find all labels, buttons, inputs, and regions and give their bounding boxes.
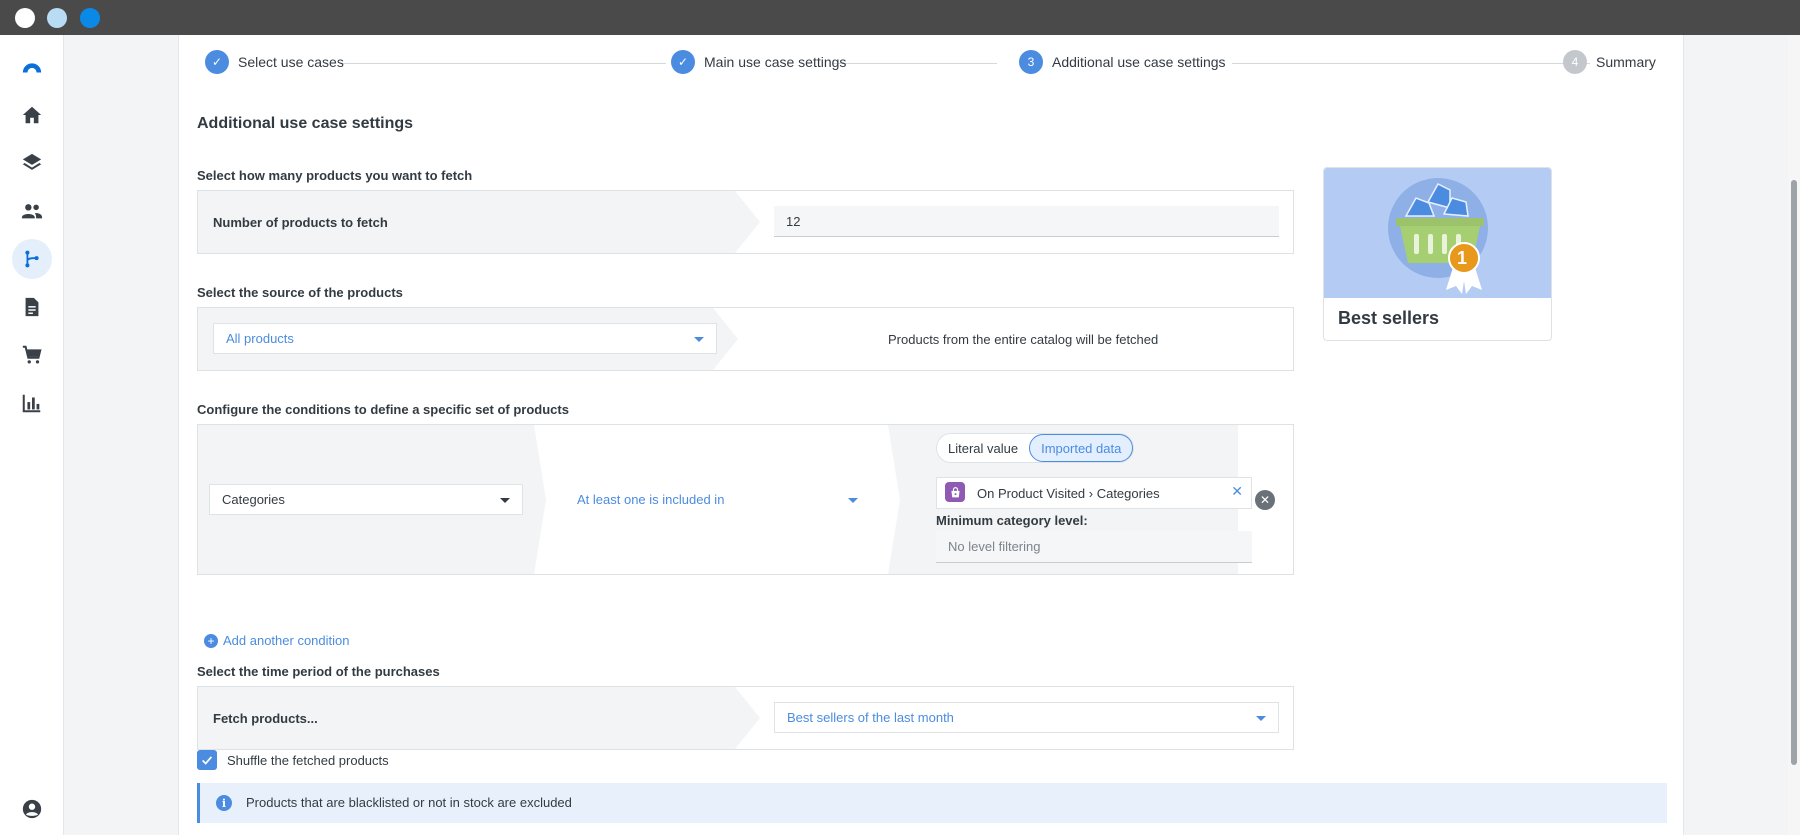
products-count-label: Select how many products you want to fet…: [197, 168, 473, 183]
step-number: 4: [1563, 50, 1587, 74]
step-label: Select use cases: [238, 54, 344, 70]
imported-data-value: On Product Visited › Categories: [977, 485, 1160, 501]
add-condition-button[interactable]: + Add another condition: [204, 633, 349, 648]
products-count-input[interactable]: 12: [774, 206, 1279, 237]
source-description: Products from the entire catalog will be…: [888, 332, 1159, 347]
step-summary[interactable]: 4 Summary: [1563, 50, 1656, 74]
shuffle-checkbox[interactable]: [197, 750, 217, 770]
add-condition-label: Add another condition: [223, 633, 350, 648]
chevron-down-icon: [500, 497, 510, 503]
time-period-label: Select the time period of the purchases: [197, 664, 440, 679]
condition-operator-select[interactable]: At least one is included in: [565, 484, 870, 515]
chevron-down-icon: [1256, 715, 1266, 721]
products-count-field-label: Number of products to fetch: [213, 215, 388, 230]
best-sellers-illustration: 1: [1324, 168, 1551, 298]
condition-operator-value: At least one is included in: [577, 492, 725, 507]
document-icon[interactable]: [12, 287, 52, 327]
scrollbar-thumb[interactable]: [1791, 180, 1797, 765]
imported-data-option[interactable]: Imported data: [1029, 434, 1134, 462]
chevron-down-icon: [848, 497, 858, 503]
check-icon: ✓: [205, 50, 229, 74]
info-banner: i Products that are blacklisted or not i…: [197, 783, 1667, 823]
step-connector: [341, 63, 666, 64]
remove-icon[interactable]: ✕: [1231, 484, 1243, 498]
check-icon: [202, 756, 213, 765]
plus-circle-icon: +: [204, 633, 218, 648]
literal-value-option[interactable]: Literal value: [937, 434, 1029, 462]
min-category-level-placeholder: No level filtering: [948, 539, 1041, 554]
scenario-icon[interactable]: [12, 239, 52, 279]
value-type-toggle: Literal value Imported data: [936, 433, 1135, 463]
step-additional-use-case-settings[interactable]: 3 Additional use case settings: [1019, 50, 1226, 74]
chevron-down-icon: [694, 336, 704, 342]
info-text: Products that are blacklisted or not in …: [246, 795, 572, 810]
use-case-card[interactable]: 1 Best sellers: [1323, 167, 1552, 341]
chart-icon[interactable]: [12, 383, 52, 423]
source-selected-value: All products: [226, 331, 294, 346]
step-number: 3: [1019, 50, 1043, 74]
imported-data-chip[interactable]: On Product Visited › Categories ✕: [936, 477, 1252, 509]
basket-icon: [1388, 178, 1488, 294]
condition-attribute-value: Categories: [222, 492, 285, 507]
step-label: Summary: [1596, 54, 1656, 70]
condition-attribute-select[interactable]: Categories: [209, 484, 523, 515]
condition-row: Categories At least one is included in L…: [197, 424, 1294, 575]
time-period-select[interactable]: Best sellers of the last month: [774, 702, 1279, 733]
home-icon[interactable]: [12, 95, 52, 135]
window-maximize-button[interactable]: [80, 8, 100, 28]
step-label: Main use case settings: [704, 54, 847, 70]
card-badge-number: 1: [1457, 248, 1468, 268]
shopping-bag-icon: [945, 482, 965, 502]
products-count-box: Number of products to fetch 12: [197, 190, 1294, 254]
cart-icon[interactable]: [12, 335, 52, 375]
source-select[interactable]: All products: [213, 323, 717, 354]
window-close-button[interactable]: [15, 8, 35, 28]
window-minimize-button[interactable]: [47, 8, 67, 28]
sidebar: [0, 35, 64, 835]
logo-icon[interactable]: [12, 47, 52, 87]
shuffle-label: Shuffle the fetched products: [227, 753, 389, 768]
remove-condition-icon[interactable]: ✕: [1255, 490, 1275, 510]
step-select-use-cases[interactable]: ✓ Select use cases: [205, 50, 344, 74]
conditions-label: Configure the conditions to define a spe…: [197, 402, 569, 417]
min-category-level-label: Minimum category level:: [936, 513, 1088, 528]
window-titlebar: [0, 0, 1800, 35]
time-period-box: Fetch products... Best sellers of the la…: [197, 686, 1294, 750]
step-connector: [833, 63, 997, 64]
source-box: All products Products from the entire ca…: [197, 307, 1294, 371]
products-count-value: 12: [786, 213, 801, 229]
layers-icon[interactable]: [12, 143, 52, 183]
source-label: Select the source of the products: [197, 285, 403, 300]
time-period-value: Best sellers of the last month: [787, 710, 954, 725]
wizard-stepper: ✓ Select use cases ✓ Main use case setti…: [179, 35, 1685, 93]
check-icon: ✓: [671, 50, 695, 74]
page-title: Additional use case settings: [197, 115, 414, 132]
card-title: Best sellers: [1338, 308, 1440, 328]
time-period-field-label: Fetch products...: [213, 711, 318, 726]
min-category-level-input[interactable]: No level filtering: [936, 531, 1252, 563]
main-panel: ✓ Select use cases ✓ Main use case setti…: [178, 35, 1684, 835]
step-main-use-case-settings[interactable]: ✓ Main use case settings: [671, 50, 846, 74]
step-label: Additional use case settings: [1052, 54, 1226, 70]
step-connector: [1232, 63, 1590, 64]
info-icon: i: [216, 795, 232, 811]
account-icon[interactable]: [12, 789, 52, 829]
people-icon[interactable]: [12, 191, 52, 231]
